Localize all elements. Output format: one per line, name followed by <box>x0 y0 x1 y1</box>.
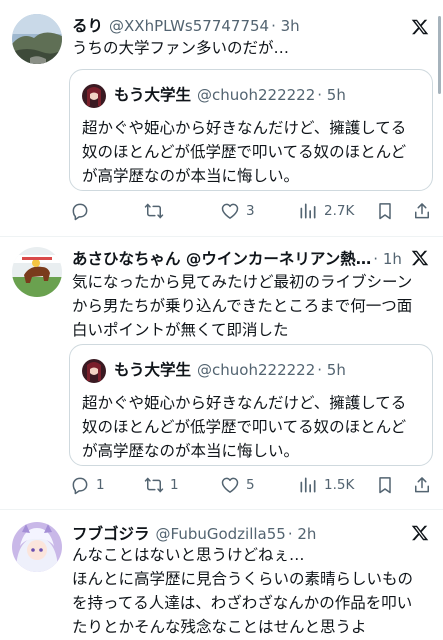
tweet-2[interactable]: あさひなちゃん @ウインカーネリアン熱… · 1h 気になったから見てみたけど最… <box>0 237 443 509</box>
quoted-text-line: 超かぐや姫心から好きなんだけど、擁護してる <box>82 394 407 412</box>
quoted-text-line: が高学歴なのが本当に悔しい。 <box>82 442 300 460</box>
tweet-text-line: ほんとに高学歴に見合うくらいの素晴らしいもの <box>72 570 414 588</box>
tweet-text-line: 気になったから見てみたけど最初のライブシーン <box>72 273 413 291</box>
quoted-avatar[interactable] <box>82 84 106 108</box>
views-button[interactable]: 1.5K <box>298 472 354 498</box>
reply-icon <box>72 203 88 221</box>
quoted-tweet[interactable]: もう大学生 @chuoh222222 · 5h 超かぐや姫心から好きなんだけど、… <box>69 344 433 466</box>
tweet-text-line: たりとかそんな残念なことはせんと思うよ <box>72 618 367 636</box>
quoted-text-line: 奴のほとんどが低学歴で叩いてる奴のほとんど <box>82 418 407 436</box>
quoted-user-handle[interactable]: @chuoh222222 <box>197 361 315 379</box>
x-logo-icon <box>411 250 429 266</box>
tweet-1[interactable]: るり @XXhPLWs57747754 · 3h うちの大学ファン多いのだが… … <box>0 0 443 236</box>
scrollbar[interactable] <box>438 16 441 94</box>
display-name[interactable]: フブゴジラ <box>72 522 150 544</box>
share-button[interactable] <box>412 198 432 224</box>
display-name[interactable]: あさひなちゃん @ウインカーネリアン熱… <box>72 247 371 269</box>
quoted-display-name[interactable]: もう大学生 <box>114 83 191 105</box>
tweet-text-line: 白いポイントが無くて即消した <box>72 321 289 339</box>
like-button[interactable]: 5 <box>220 472 255 498</box>
like-count: 5 <box>246 477 255 493</box>
tweet-text-line: を持ってる人達は、わざわざなんかの作品を叩い <box>72 594 413 612</box>
quoted-text-line: 超かぐや姫心から好きなんだけど、擁護してる <box>82 119 407 137</box>
reply-icon <box>72 477 88 495</box>
tweet-3[interactable]: フブゴジラ @FubuGodzilla55 · 2h んなことはないと思うけどね… <box>0 510 443 640</box>
user-handle[interactable]: @XXhPLWs57747754 <box>109 17 269 35</box>
like-icon <box>221 203 239 219</box>
like-icon <box>221 477 239 493</box>
quoted-text: 超かぐや姫心から好きなんだけど、擁護してる 奴のほとんどが低学歴で叩いてる奴のほ… <box>82 391 422 463</box>
user-handle[interactable]: @FubuGodzilla55 <box>156 525 286 543</box>
like-count: 3 <box>246 203 255 219</box>
action-bar: 3 2.7K <box>62 198 442 224</box>
retweet-button[interactable] <box>144 198 170 224</box>
quoted-tweet[interactable]: もう大学生 @chuoh222222 · 5h 超かぐや姫心から好きなんだけど、… <box>69 69 433 191</box>
tweet-text-line: から男たちが乗り込んできたところまで何一つ面 <box>72 297 413 315</box>
quoted-display-name[interactable]: もう大学生 <box>114 358 191 380</box>
quoted-timestamp[interactable]: · 5h <box>317 86 346 104</box>
quoted-user-handle[interactable]: @chuoh222222 <box>197 86 315 104</box>
bookmark-button[interactable] <box>375 198 395 224</box>
bookmark-icon <box>379 203 391 220</box>
view-count: 1.5K <box>324 477 355 493</box>
avatar[interactable] <box>12 14 62 64</box>
quoted-avatar[interactable] <box>82 359 106 383</box>
quoted-timestamp[interactable]: · 5h <box>317 361 346 379</box>
share-icon <box>415 203 429 219</box>
x-logo-icon <box>411 19 429 35</box>
view-count: 2.7K <box>324 203 355 219</box>
x-logo-icon <box>411 525 429 541</box>
tweet-text: うちの大学ファン多いのだが… <box>72 39 290 57</box>
reply-button[interactable] <box>70 198 96 224</box>
share-icon <box>415 477 429 493</box>
retweet-count: 1 <box>170 477 179 493</box>
quoted-text-line: 奴のほとんどが低学歴で叩いてる奴のほとんど <box>82 143 407 161</box>
retweet-icon <box>144 477 164 493</box>
tweet-text: んなことはないと思うけどねぇ… ほんとに高学歴に見合うくらいの素晴らしいもの を… <box>72 543 429 639</box>
quoted-text-line: が高学歴なのが本当に悔しい。 <box>82 167 300 185</box>
like-button[interactable]: 3 <box>220 198 255 224</box>
avatar[interactable] <box>12 247 62 297</box>
timestamp[interactable]: · 1h <box>373 250 402 268</box>
retweet-icon <box>144 203 164 219</box>
action-bar: 1 1 5 1.5K <box>62 472 442 498</box>
timestamp[interactable]: · 3h <box>271 17 300 35</box>
tweet-text-line: んなことはないと思うけどねぇ… <box>72 546 305 564</box>
reply-button[interactable]: 1 <box>70 472 105 498</box>
reply-count: 1 <box>96 477 105 493</box>
bookmark-icon <box>379 477 391 494</box>
share-button[interactable] <box>412 472 432 498</box>
retweet-button[interactable]: 1 <box>144 472 179 498</box>
avatar[interactable] <box>12 522 62 572</box>
bookmark-button[interactable] <box>375 472 395 498</box>
views-icon <box>300 477 316 493</box>
quoted-text: 超かぐや姫心から好きなんだけど、擁護してる 奴のほとんどが低学歴で叩いてる奴のほ… <box>82 116 422 188</box>
tweet-text: 気になったから見てみたけど最初のライブシーン から男たちが乗り込んできたところま… <box>72 270 429 342</box>
display-name[interactable]: るり <box>72 14 103 36</box>
timestamp[interactable]: · 2h <box>288 525 317 543</box>
views-icon <box>300 203 316 219</box>
views-button[interactable]: 2.7K <box>298 198 354 224</box>
